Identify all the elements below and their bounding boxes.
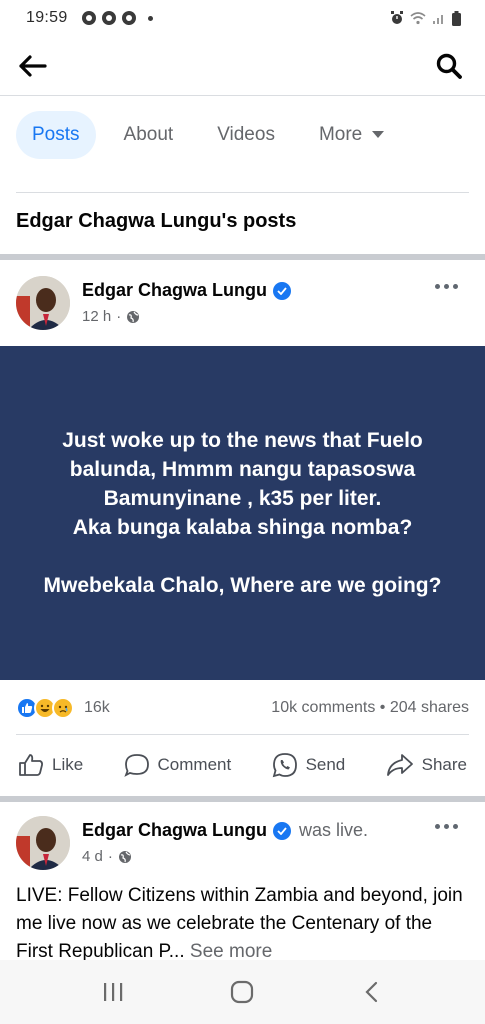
status-bar: 19:59 (0, 0, 485, 36)
caret-down-icon (372, 131, 385, 138)
app-notification-icon (81, 11, 96, 25)
author-name[interactable]: Edgar Chagwa Lungu (82, 280, 267, 301)
post-meta: 4 d · (82, 848, 132, 865)
post-author-row: Edgar Chagwa Lungu (82, 280, 292, 301)
post-text: Just woke up to the news that Fuelo balu… (43, 429, 442, 597)
dot (434, 823, 440, 829)
globe-icon (127, 310, 140, 323)
comments-shares-count[interactable]: 10k comments • 204 shares (271, 699, 469, 717)
send-label: Send (305, 755, 346, 774)
section-title: Edgar Chagwa Lungu's posts (16, 210, 297, 232)
profile-photo (16, 816, 70, 870)
dot (434, 283, 440, 289)
home-button[interactable] (222, 972, 262, 1012)
dot (443, 283, 449, 289)
notification-icons (81, 11, 153, 25)
post-options-button[interactable] (431, 276, 461, 296)
was-live-label: was live. (299, 820, 369, 840)
post-time[interactable]: 12 h (82, 308, 111, 325)
comment-bubble-icon (123, 754, 149, 777)
search-button[interactable] (431, 50, 467, 82)
verified-badge-icon (273, 821, 292, 840)
dot (452, 283, 458, 289)
post-actions: Like Comment Send Share (10, 742, 475, 788)
alarm-icon (391, 11, 403, 24)
author-name[interactable]: Edgar Chagwa Lungu (82, 820, 267, 841)
post-author-row: Edgar Chagwa Lungu was live. (82, 820, 368, 841)
text-post-background[interactable]: Just woke up to the news that Fuelo balu… (0, 346, 485, 680)
send-button[interactable]: Send (264, 746, 354, 784)
post-meta: 12 h · (82, 308, 140, 325)
post-options-button[interactable] (431, 816, 461, 836)
back-button[interactable] (14, 50, 50, 82)
system-back-button[interactable] (352, 972, 392, 1012)
like-label: Like (52, 755, 84, 774)
post-text: LIVE: Fellow Citizens within Zambia and … (16, 882, 469, 966)
reaction-count[interactable]: 16k (84, 699, 110, 717)
home-icon (231, 980, 254, 1004)
like-button[interactable]: Like (10, 747, 91, 783)
separator-dot: · (116, 308, 122, 325)
signal-icon (433, 15, 443, 24)
share-button[interactable]: Share (378, 747, 475, 783)
reactions-row: 16k 10k comments • 204 shares (16, 690, 469, 726)
see-more-link[interactable]: See more (190, 941, 272, 962)
top-app-bar (0, 36, 485, 96)
wifi-icon (410, 12, 426, 25)
arrow-left-icon (19, 55, 47, 77)
post-separator (0, 796, 485, 802)
tab-videos[interactable]: Videos (201, 111, 291, 159)
profile-tabs: Posts About Videos More (16, 108, 469, 162)
app-notification-icon (121, 11, 136, 25)
share-label: Share (421, 755, 467, 774)
section-separator (0, 254, 485, 260)
whatsapp-icon (272, 753, 297, 778)
comment-button[interactable]: Comment (116, 747, 240, 783)
tab-posts[interactable]: Posts (16, 111, 96, 159)
reaction-icons[interactable] (16, 697, 74, 719)
app-notification-icon (101, 11, 116, 25)
author-avatar[interactable] (16, 276, 70, 330)
system-icons (390, 10, 461, 26)
more-notifications-icon (147, 15, 153, 21)
tab-about[interactable]: About (108, 111, 190, 159)
verified-badge-icon (273, 281, 292, 300)
dot (452, 823, 458, 829)
post-time[interactable]: 4 d (82, 848, 103, 865)
comment-label: Comment (157, 755, 232, 774)
share-arrow-icon (386, 754, 413, 776)
divider (16, 734, 469, 735)
globe-icon (118, 850, 131, 863)
divider (16, 192, 469, 193)
tab-more-label: More (318, 124, 363, 145)
battery-icon (452, 10, 461, 26)
sad-reaction-icon (52, 697, 74, 719)
separator-dot: · (107, 848, 113, 865)
tab-more[interactable]: More (303, 111, 400, 159)
recent-apps-icon (103, 983, 123, 1001)
dot (443, 823, 449, 829)
status-time: 19:59 (26, 9, 68, 26)
system-navigation-bar (0, 960, 485, 1024)
chevron-left-icon (365, 981, 378, 1003)
author-avatar[interactable] (16, 816, 70, 870)
recent-apps-button[interactable] (93, 972, 133, 1012)
profile-photo (16, 276, 70, 330)
search-icon (436, 53, 462, 79)
thumbs-up-icon (19, 754, 43, 776)
